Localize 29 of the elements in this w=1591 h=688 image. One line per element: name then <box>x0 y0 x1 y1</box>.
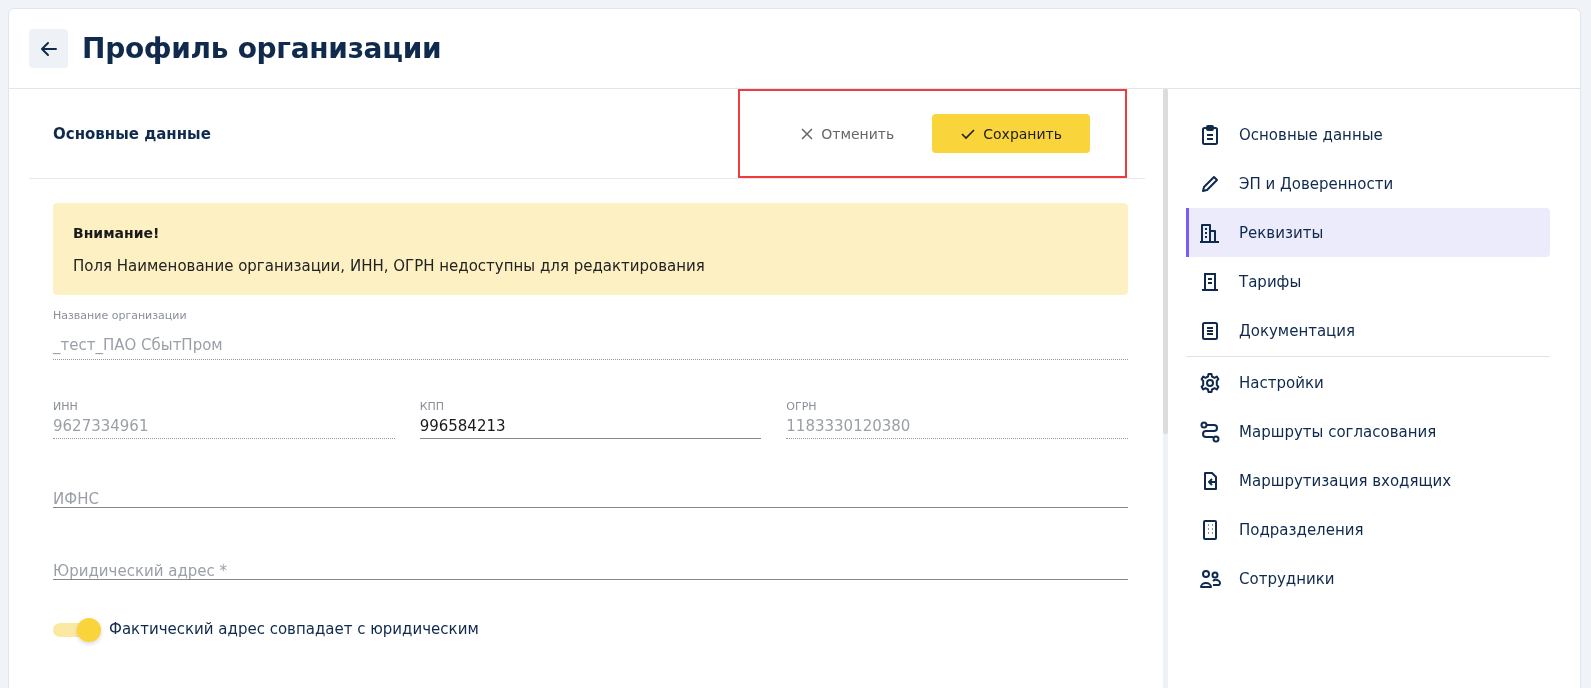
warning-text: Поля Наименование организации, ИНН, ОГРН недоступны для редактирования <box>73 257 706 275</box>
sidebar-item[interactable]: ЭП и Доверенности <box>1186 159 1550 208</box>
checkmark-icon <box>960 126 977 141</box>
building-icon <box>1199 221 1221 244</box>
sidebar-item[interactable]: Маршруты согласования <box>1186 407 1550 456</box>
sidebar-item[interactable]: Тарифы <box>1186 257 1550 306</box>
toggle-label: Фактический адрес совпадает с юридическим <box>109 620 479 638</box>
back-button[interactable] <box>29 29 68 68</box>
close-icon <box>800 126 815 141</box>
receipt-icon <box>1199 270 1221 293</box>
section-title: Основные данные <box>53 124 211 143</box>
sidebar-item[interactable]: Настройки <box>1186 358 1550 407</box>
document-icon <box>1199 319 1221 342</box>
scrollbar-thumb[interactable] <box>1163 89 1168 434</box>
people-icon <box>1199 567 1221 590</box>
page-title: Профиль организации <box>82 32 442 65</box>
warning-title: Внимание! <box>73 225 161 241</box>
text-field[interactable]: КПП 996584213 <box>419 380 762 439</box>
sidebar-item[interactable]: Основные данные <box>1186 110 1550 159</box>
sidebar-item[interactable]: Реквизиты <box>1186 208 1550 257</box>
save-button[interactable]: Сохранить <box>932 114 1090 153</box>
route-icon <box>1199 420 1221 443</box>
sidebar-item[interactable]: Документация <box>1186 306 1550 355</box>
sidebar-item[interactable]: Сотрудники <box>1186 554 1550 603</box>
sidebar-item[interactable]: Маршрутизация входящих <box>1186 456 1550 505</box>
cancel-button[interactable]: Отменить <box>800 125 895 142</box>
clipboard-icon <box>1199 123 1221 146</box>
sidebar-item[interactable]: Подразделения <box>1186 505 1550 554</box>
settings-icon <box>1199 371 1221 394</box>
